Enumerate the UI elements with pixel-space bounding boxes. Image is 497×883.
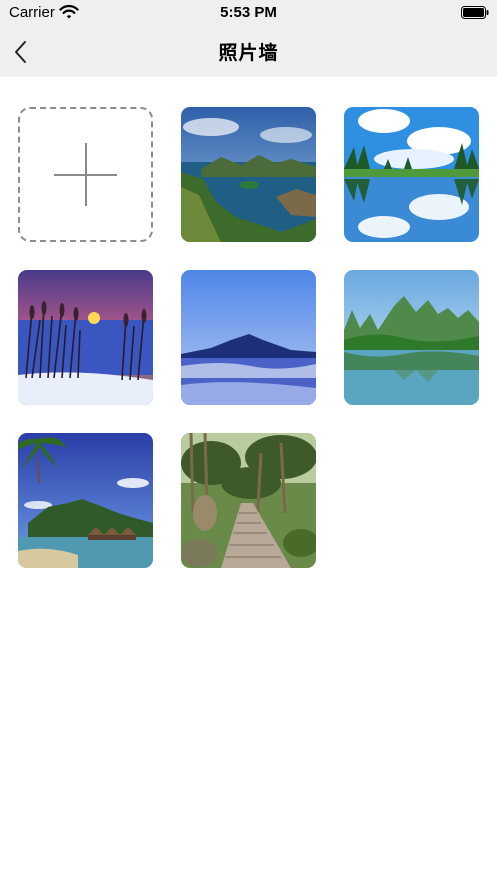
- photo-misty-mountain: [181, 270, 316, 405]
- photo-tile[interactable]: [18, 270, 153, 405]
- status-bar: Carrier 5:53 PM: [0, 0, 497, 26]
- photo-tropical-bungalows: [18, 433, 153, 568]
- page-title: 照片墙: [218, 43, 279, 64]
- photo-mirror-lake: [344, 107, 479, 242]
- navigation-bar: 照片墙: [0, 26, 497, 77]
- clock-time: 5:53 PM: [220, 4, 277, 21]
- photo-tile[interactable]: [344, 107, 479, 242]
- photo-tile[interactable]: [181, 107, 316, 242]
- battery-icon: [461, 6, 489, 19]
- photo-forest-stone-path: [181, 433, 316, 568]
- photo-tile[interactable]: [181, 433, 316, 568]
- photo-tile[interactable]: [18, 433, 153, 568]
- photo-wall-grid: [0, 77, 497, 883]
- photo-tile[interactable]: [181, 270, 316, 405]
- photo-fjord-landscape: [181, 107, 316, 242]
- photo-karst-river: [344, 270, 479, 405]
- photo-tile[interactable]: [344, 270, 479, 405]
- add-photo-button[interactable]: [18, 107, 153, 242]
- photo-reeds-sunset: [18, 270, 153, 405]
